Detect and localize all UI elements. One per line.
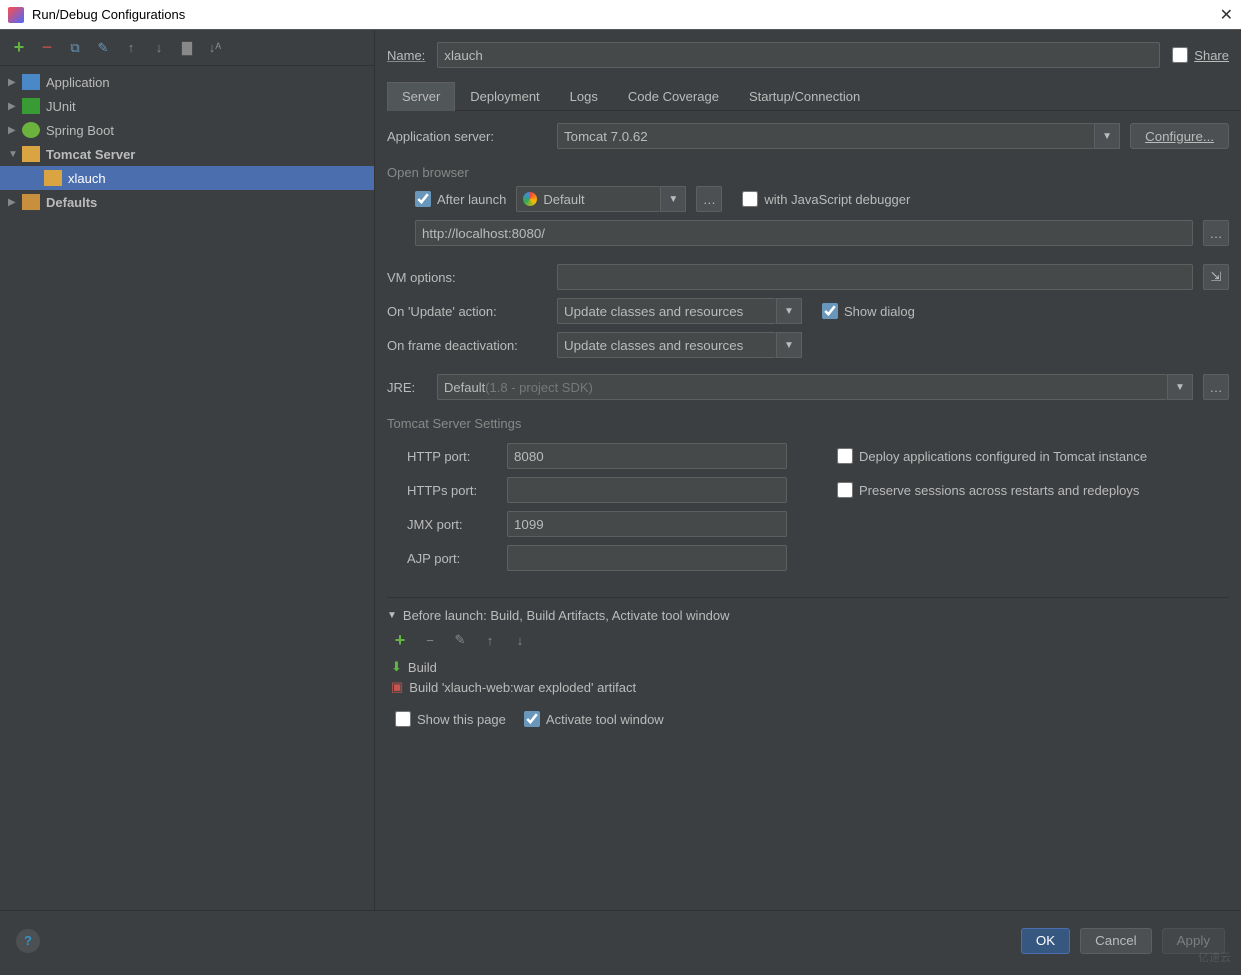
folder-icon[interactable]: ▇ — [178, 39, 196, 57]
chevron-down-icon[interactable]: ▼ — [1167, 374, 1193, 400]
deploy-checkbox[interactable]: Deploy applications configured in Tomcat… — [837, 448, 1229, 464]
tabs: Server Deployment Logs Code Coverage Sta… — [387, 82, 1241, 111]
cancel-button[interactable]: Cancel — [1080, 928, 1152, 954]
dialog-footer: ? OK Cancel Apply — [0, 910, 1241, 970]
js-debugger-checkbox[interactable]: with JavaScript debugger — [742, 191, 910, 207]
chevron-down-icon[interactable]: ▼ — [776, 298, 802, 324]
save-template-icon[interactable]: ✎ — [94, 39, 112, 57]
http-port-label: HTTP port: — [387, 449, 497, 464]
chevron-down-icon[interactable]: ▼ — [1094, 123, 1120, 149]
tree-item-xlauch[interactable]: xlauch — [0, 166, 374, 190]
frame-deactivation-label: On frame deactivation: — [387, 338, 547, 353]
edit-icon[interactable]: ✎ — [451, 631, 469, 649]
jmx-port-input[interactable] — [507, 511, 787, 537]
jre-label: JRE: — [387, 380, 427, 395]
close-icon[interactable]: ✕ — [1220, 5, 1233, 25]
browse-button[interactable]: … — [1203, 374, 1229, 400]
share-checkbox[interactable]: Share — [1172, 47, 1229, 63]
https-port-input[interactable] — [507, 477, 787, 503]
ok-button[interactable]: OK — [1021, 928, 1070, 954]
move-up-icon[interactable]: ↑ — [481, 631, 499, 649]
tab-startup-connection[interactable]: Startup/Connection — [734, 82, 875, 110]
list-item: ⬇Build — [387, 657, 1229, 677]
copy-icon[interactable]: ⧉ — [66, 39, 84, 57]
watermark: 亿速云 — [1198, 949, 1231, 965]
jre-combo[interactable]: Default (1.8 - project SDK) ▼ — [437, 374, 1193, 400]
before-launch-list[interactable]: ⬇Build ▣Build 'xlauch-web:war exploded' … — [387, 655, 1229, 699]
update-action-label: On 'Update' action: — [387, 304, 547, 319]
ajp-port-label: AJP port: — [387, 551, 497, 566]
appserver-combo[interactable]: ▼ — [557, 123, 1120, 149]
before-launch-section: ▼ Before launch: Build, Build Artifacts,… — [387, 597, 1229, 727]
browse-button[interactable]: … — [1203, 220, 1229, 246]
move-up-icon[interactable]: ↑ — [122, 39, 140, 57]
before-launch-toggle[interactable]: ▼ Before launch: Build, Build Artifacts,… — [387, 608, 1229, 623]
name-label: Name: — [387, 48, 425, 63]
sidebar: + − ⧉ ✎ ↑ ↓ ▇ ↓ᴬ ▶Application ▶JUnit ▶Sp… — [0, 30, 375, 910]
chevron-down-icon[interactable]: ▼ — [776, 332, 802, 358]
build-icon: ⬇ — [391, 659, 402, 675]
main-panel: Name: Share Server Deployment Logs Code … — [375, 30, 1241, 910]
jmx-port-label: JMX port: — [387, 517, 497, 532]
chevron-down-icon: ▼ — [387, 610, 397, 621]
tab-code-coverage[interactable]: Code Coverage — [613, 82, 734, 110]
configure-button[interactable]: Configure... — [1130, 123, 1229, 149]
show-dialog-checkbox[interactable]: Show dialog — [822, 303, 915, 319]
appserver-label: Application server: — [387, 129, 547, 144]
https-port-label: HTTPs port: — [387, 483, 497, 498]
activate-tool-window-checkbox[interactable]: Activate tool window — [524, 711, 664, 727]
titlebar: Run/Debug Configurations ✕ — [0, 0, 1241, 30]
expand-icon[interactable]: ⇲ — [1203, 264, 1229, 290]
remove-icon[interactable]: − — [421, 631, 439, 649]
vm-options-input[interactable] — [557, 264, 1193, 290]
tab-server[interactable]: Server — [387, 82, 455, 111]
add-icon[interactable]: + — [10, 39, 28, 57]
move-down-icon[interactable]: ↓ — [511, 631, 529, 649]
remove-icon[interactable]: − — [38, 39, 56, 57]
tree-item-defaults[interactable]: ▶Defaults — [0, 190, 374, 214]
chevron-down-icon[interactable]: ▼ — [660, 186, 686, 212]
tomcat-settings-group: Tomcat Server Settings HTTP port: Deploy… — [387, 416, 1229, 571]
name-input[interactable] — [437, 42, 1160, 68]
tree-item-tomcat-server[interactable]: ▼Tomcat Server — [0, 142, 374, 166]
vm-options-label: VM options: — [387, 270, 547, 285]
frame-deactivation-combo[interactable]: ▼ — [557, 332, 802, 358]
move-down-icon[interactable]: ↓ — [150, 39, 168, 57]
sort-icon[interactable]: ↓ᴬ — [206, 39, 224, 57]
help-button[interactable]: ? — [16, 929, 40, 953]
browser-combo[interactable]: Default ▼ — [516, 186, 686, 212]
after-launch-checkbox[interactable]: After launch — [415, 191, 506, 207]
url-input[interactable] — [415, 220, 1193, 246]
tab-logs[interactable]: Logs — [555, 82, 613, 110]
browse-button[interactable]: … — [696, 186, 722, 212]
app-icon — [8, 7, 24, 23]
add-icon[interactable]: + — [391, 631, 409, 649]
window-title: Run/Debug Configurations — [32, 7, 185, 22]
chrome-icon — [523, 192, 537, 206]
open-browser-group: Open browser After launch Default ▼ … wi… — [387, 165, 1229, 246]
update-action-combo[interactable]: ▼ — [557, 298, 802, 324]
tab-deployment[interactable]: Deployment — [455, 82, 554, 110]
tree-item-spring-boot[interactable]: ▶Spring Boot — [0, 118, 374, 142]
sidebar-toolbar: + − ⧉ ✎ ↑ ↓ ▇ ↓ᴬ — [0, 30, 374, 66]
tree-item-application[interactable]: ▶Application — [0, 70, 374, 94]
artifact-icon: ▣ — [391, 679, 403, 695]
tree-item-junit[interactable]: ▶JUnit — [0, 94, 374, 118]
http-port-input[interactable] — [507, 443, 787, 469]
show-this-page-checkbox[interactable]: Show this page — [395, 711, 506, 727]
list-item: ▣Build 'xlauch-web:war exploded' artifac… — [387, 677, 1229, 697]
ajp-port-input[interactable] — [507, 545, 787, 571]
preserve-checkbox[interactable]: Preserve sessions across restarts and re… — [837, 482, 1229, 498]
config-tree: ▶Application ▶JUnit ▶Spring Boot ▼Tomcat… — [0, 66, 374, 910]
